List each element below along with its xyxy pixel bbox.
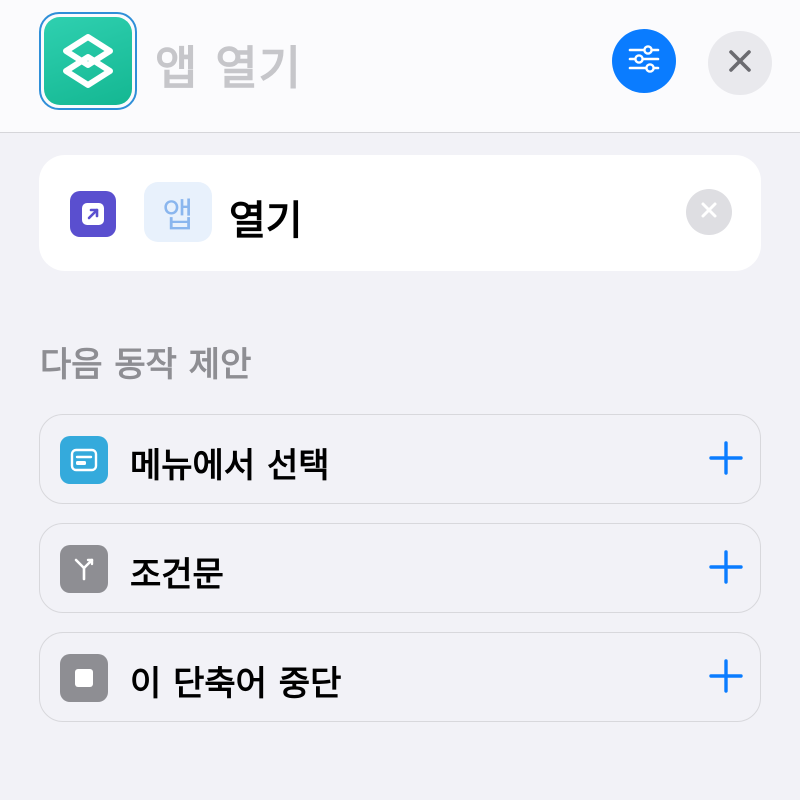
settings-button[interactable] [612,29,676,93]
branch-icon [60,545,108,593]
suggestion-label: 이 단축어 중단 [130,664,342,704]
suggestion-stop-shortcut[interactable]: 이 단축어 중단 [39,632,761,722]
suggestion-choose-from-menu[interactable]: 메뉴에서 선택 [39,414,761,504]
close-button[interactable] [708,31,772,95]
plus-icon [708,658,744,698]
add-suggestion-button[interactable] [702,436,750,484]
sliders-icon [624,39,664,83]
open-app-icon [70,191,116,237]
action-verb-label: 열기 [229,198,303,244]
shortcuts-app-icon[interactable] [39,12,137,110]
menu-icon [60,436,108,484]
clear-button[interactable] [686,189,732,235]
header-bar: 앱 열기 [0,0,800,133]
suggestion-label: 메뉴에서 선택 [130,446,330,486]
close-icon [726,47,754,79]
add-suggestion-button[interactable] [702,654,750,702]
app-parameter-token[interactable]: 앱 [144,182,212,242]
suggestion-label: 조건문 [130,555,224,595]
open-app-action-card[interactable]: 앱 열기 [39,155,761,271]
suggestion-if[interactable]: 조건문 [39,523,761,613]
clear-icon [699,200,719,224]
suggestions-heading: 다음 동작 제안 [40,345,252,385]
add-suggestion-button[interactable] [702,545,750,593]
plus-icon [708,440,744,480]
stop-icon [60,654,108,702]
plus-icon [708,549,744,589]
page-title[interactable]: 앱 열기 [155,32,302,98]
